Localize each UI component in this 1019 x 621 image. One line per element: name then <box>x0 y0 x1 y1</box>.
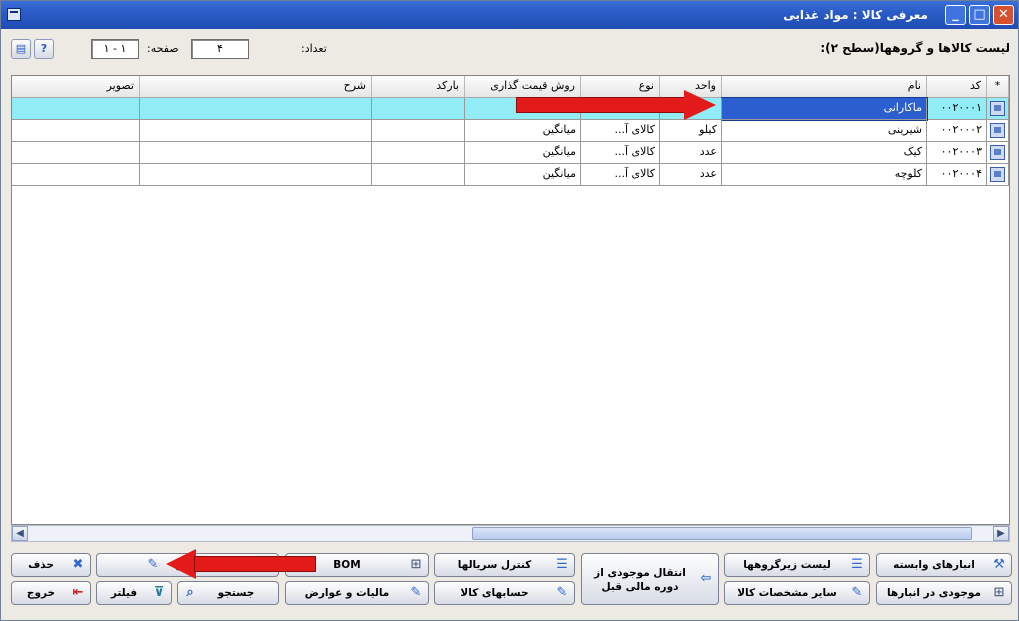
cell-type[interactable]: کالای آ... <box>581 142 660 164</box>
cell-barcode[interactable] <box>372 142 465 164</box>
col-header-image[interactable]: تصویر <box>12 76 140 98</box>
annotation-arrow-left <box>166 549 316 579</box>
tree-icon: ⊞ <box>410 557 422 572</box>
cell-image[interactable] <box>12 164 140 186</box>
item-icon <box>990 145 1005 160</box>
table-row[interactable]: ۰۰۲۰۰۰۲ شیرینی کیلو کالای آ... میانگین <box>12 120 1009 142</box>
subgroups-list-button[interactable]: ☰ لیست زیرگروهها <box>724 553 870 577</box>
cell-name[interactable]: کیک <box>722 142 927 164</box>
col-header-name[interactable]: نام <box>722 76 927 98</box>
exit-door-icon: ⇤ <box>72 585 84 600</box>
table-row[interactable]: ۰۰۲۰۰۰۱ ماکارانی <box>12 97 1009 121</box>
maximize-button[interactable]: □ <box>969 5 990 25</box>
cell-unit[interactable]: عدد <box>660 142 722 164</box>
item-icon <box>990 167 1005 182</box>
delete-button[interactable]: ✖ حذف <box>11 553 91 577</box>
filter-icon: ⊽ <box>153 585 165 600</box>
range-field[interactable]: ۱ - ۱ <box>91 39 139 59</box>
window-title: معرفی کالا : مواد غذایی <box>783 8 928 22</box>
edit-icon: ✎ <box>147 557 159 572</box>
print-icon[interactable]: ▤ <box>11 39 31 59</box>
info-bar: ▤ ? ۱ - ۱ صفحه: ۴ تعداد: لیست کالاها و گ… <box>1 29 1018 73</box>
window-menu-icon[interactable] <box>7 8 21 21</box>
cell-image[interactable] <box>12 98 140 120</box>
cell-desc[interactable] <box>140 142 372 164</box>
document-icon: ✎ <box>410 585 422 600</box>
item-icon <box>990 101 1005 116</box>
exit-button[interactable]: ⇤ خروج <box>11 581 91 605</box>
table-row[interactable]: ۰۰۲۰۰۰۳ کیک عدد کالای آ... میانگین <box>12 142 1009 164</box>
item-accounts-button[interactable]: ✎ حسابهای کالا <box>434 581 575 605</box>
cell-image[interactable] <box>12 120 140 142</box>
search-button[interactable]: ⌕ جستجو <box>177 581 279 605</box>
cell-code[interactable]: ۰۰۲۰۰۰۴ <box>927 164 987 186</box>
cell-unit[interactable]: عدد <box>660 164 722 186</box>
cell-desc[interactable] <box>140 120 372 142</box>
cell-name[interactable]: ماکارانی <box>721 97 928 121</box>
col-header-star[interactable]: * <box>987 76 1009 98</box>
minimize-button[interactable]: _ <box>945 5 966 25</box>
document-icon: ✎ <box>851 585 863 600</box>
stock-in-warehouses-button[interactable]: ⊞ موجودی در انبارها <box>876 581 1012 605</box>
page-label: صفحه: <box>147 42 179 55</box>
col-header-desc[interactable]: شرح <box>140 76 372 98</box>
scroll-left-icon[interactable]: ◀ <box>12 526 28 541</box>
arrow-left-icon: ⇦ <box>700 571 712 586</box>
cell-name[interactable]: کلوچه <box>722 164 927 186</box>
col-header-code[interactable]: کد <box>927 76 987 98</box>
item-definition-window: معرفی کالا : مواد غذایی _ □ ✕ ▤ ? ۱ - ۱ … <box>0 0 1019 621</box>
taxes-button[interactable]: ✎ مالیات و عوارض <box>285 581 429 605</box>
list-title: لیست کالاها و گروهها(سطح ۲): <box>820 41 1010 55</box>
scroll-right-icon[interactable]: ▶ <box>993 526 1009 541</box>
cell-code[interactable]: ۰۰۲۰۰۰۳ <box>927 142 987 164</box>
document-icon: ✎ <box>556 585 568 600</box>
list-icon: ☰ <box>556 557 568 572</box>
linked-warehouses-icon: ⚒ <box>993 557 1005 572</box>
tree-icon: ⊞ <box>993 585 1005 600</box>
close-button[interactable]: ✕ <box>993 5 1014 25</box>
delete-x-icon: ✖ <box>72 557 84 572</box>
title-bar[interactable]: معرفی کالا : مواد غذایی _ □ ✕ <box>1 1 1018 29</box>
cell-type[interactable]: کالای آ... <box>581 164 660 186</box>
help-icon[interactable]: ? <box>34 39 54 59</box>
transfer-stock-button[interactable]: ⇦ انتقال موجودی از دوره مالی قبل <box>581 553 719 605</box>
cell-pricing[interactable]: میانگین <box>465 164 581 186</box>
cell-desc[interactable] <box>140 164 372 186</box>
search-icon: ⌕ <box>186 585 194 600</box>
cell-code[interactable]: ۰۰۲۰۰۰۱ <box>927 98 987 120</box>
cell-unit[interactable]: کیلو <box>660 120 722 142</box>
items-grid[interactable]: * کد نام واحد نوع روش قیمت گذاری بارکد ش… <box>11 75 1010 525</box>
cell-barcode[interactable] <box>372 120 465 142</box>
horizontal-scrollbar[interactable]: ◀ ▶ <box>11 525 1010 542</box>
annotation-arrow-right <box>516 90 716 120</box>
table-row[interactable]: ۰۰۲۰۰۰۴ کلوچه عدد کالای آ... میانگین <box>12 164 1009 186</box>
other-specs-button[interactable]: ✎ سایر مشخصات کالا <box>724 581 870 605</box>
serial-control-button[interactable]: ☰ کنترل سریالها <box>434 553 575 577</box>
linked-warehouses-button[interactable]: ⚒ انبارهای وابسته <box>876 553 1012 577</box>
cell-desc[interactable] <box>140 98 372 120</box>
cell-image[interactable] <box>12 142 140 164</box>
scroll-thumb[interactable] <box>472 527 972 540</box>
cell-pricing[interactable]: میانگین <box>465 142 581 164</box>
cell-barcode[interactable] <box>372 98 465 120</box>
page-field[interactable]: ۴ <box>191 39 249 59</box>
filter-button[interactable]: ⊽ فیلتر <box>96 581 172 605</box>
cell-code[interactable]: ۰۰۲۰۰۰۲ <box>927 120 987 142</box>
cell-barcode[interactable] <box>372 164 465 186</box>
cell-type[interactable]: کالای آ... <box>581 120 660 142</box>
col-header-barcode[interactable]: بارکد <box>372 76 465 98</box>
cell-pricing[interactable]: میانگین <box>465 120 581 142</box>
item-icon <box>990 123 1005 138</box>
count-label: تعداد: <box>301 42 327 55</box>
list-icon: ☰ <box>851 557 863 572</box>
cell-name[interactable]: شیرینی <box>722 120 927 142</box>
